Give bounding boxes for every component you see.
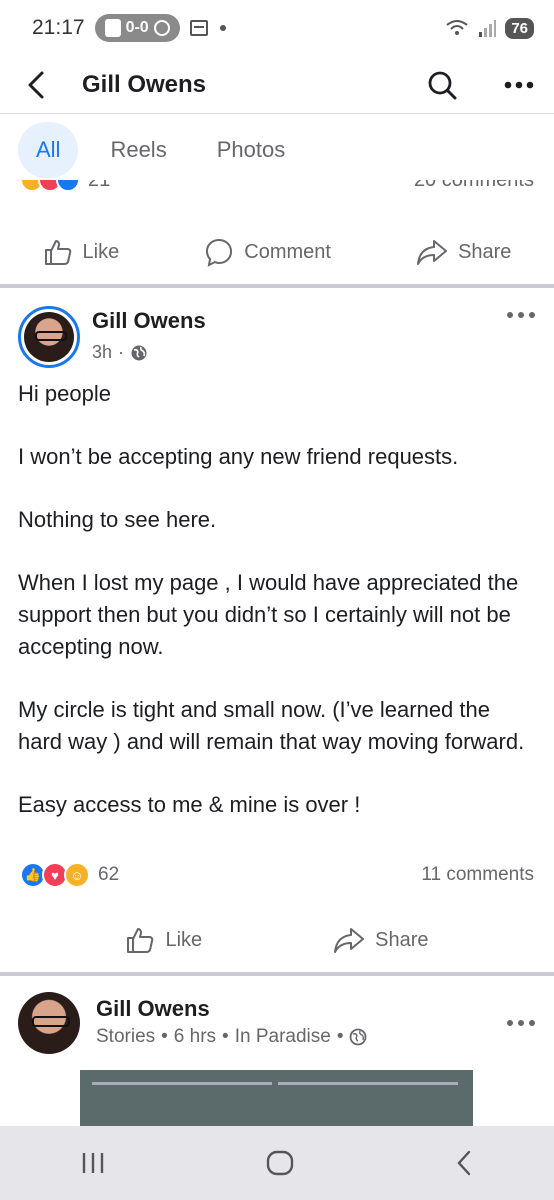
profile-photo [24, 312, 74, 362]
comment-button[interactable]: Comment [204, 237, 331, 267]
post-author[interactable]: Gill Owens [92, 308, 206, 334]
meta-separator: · [118, 342, 125, 362]
comments-count[interactable]: 11 comments [421, 864, 534, 886]
filter-tabs: All Reels Photos [0, 118, 554, 182]
notification-dot-icon [219, 25, 226, 31]
post-stats: 👍 ♥ ☺ 62 11 comments [20, 862, 534, 888]
globe-icon [350, 1028, 367, 1046]
post-meta: 3h · [92, 342, 148, 363]
post-paragraph: Hi people [18, 381, 111, 406]
like-icon [44, 240, 71, 265]
post-paragraph: My circle is tight and small now. (I’ve … [18, 697, 525, 754]
wifi-icon [446, 20, 468, 35]
post-time[interactable]: 3h [92, 342, 112, 363]
avatar[interactable] [18, 992, 80, 1054]
post-divider [0, 284, 554, 288]
like-label: Like [82, 240, 120, 263]
like-icon [127, 928, 154, 953]
story-preview-image[interactable] [80, 1070, 473, 1130]
share-button[interactable]: Share [416, 237, 511, 267]
share-button[interactable]: Share [333, 925, 429, 955]
like-label: Like [165, 928, 203, 951]
globe-icon [131, 345, 147, 360]
tab-reels[interactable]: Reels [92, 122, 184, 178]
story-time[interactable]: 6 hrs [174, 1026, 216, 1048]
app-header: Gill Owens [0, 56, 554, 114]
share-icon [334, 928, 365, 953]
meta-separator: • [222, 1026, 229, 1047]
recent-apps-icon[interactable] [78, 1150, 108, 1176]
live-score: 0-0 [125, 19, 149, 36]
system-nav-bar [0, 1126, 554, 1200]
live-score-pill: 0-0 [94, 14, 180, 42]
home-icon[interactable] [264, 1147, 296, 1179]
previous-reaction-count: 21 [88, 180, 110, 192]
post-header: Gill Owens 3h · [18, 302, 536, 372]
page-title: Gill Owens [82, 70, 207, 98]
share-label: Share [375, 928, 429, 951]
story-source: Stories [96, 1026, 156, 1047]
reactions-summary[interactable]: 👍 ♥ ☺ 62 [20, 862, 119, 888]
back-button[interactable] [16, 65, 56, 105]
comment-icon [206, 238, 233, 267]
story-meta: Stories • 6 hrs • In Paradise • [96, 1026, 367, 1048]
battery-level: 76 [505, 17, 534, 39]
share-icon [417, 240, 448, 265]
previous-post-actions: Like Comment Share [0, 230, 554, 274]
post-body: Hi people I won’t be accepting any new f… [18, 378, 536, 852]
care-reaction-icon: ☺ [64, 862, 90, 888]
meta-separator: • [161, 1026, 168, 1047]
status-bar: 21:17 0-0 76 [0, 0, 554, 56]
tab-all[interactable]: All [18, 122, 79, 178]
story-post-header: Gill Owens Stories • 6 hrs • In Paradise… [18, 990, 536, 1060]
post-paragraph: I won’t be accepting any new friend requ… [18, 444, 459, 469]
more-icon[interactable] [504, 80, 534, 90]
status-time: 21:17 [32, 16, 85, 39]
signal-icon [479, 20, 497, 37]
avatar[interactable] [18, 306, 80, 368]
story-progress-bar [92, 1082, 272, 1085]
search-icon[interactable] [426, 69, 458, 101]
calendar-notification-icon [189, 20, 208, 36]
post-divider [0, 972, 554, 976]
story-author[interactable]: Gill Owens [96, 996, 210, 1022]
tab-photos[interactable]: Photos [199, 122, 304, 178]
back-nav-icon[interactable] [452, 1148, 476, 1178]
previous-reactions[interactable]: 21 [20, 180, 110, 192]
football-icon [153, 20, 170, 36]
like-button[interactable]: Like [43, 237, 120, 267]
meta-separator: • [336, 1026, 344, 1047]
previous-post-stats: 21 20 comments [0, 180, 554, 200]
team-crest-icon [104, 19, 121, 37]
post-actions: Like Share [0, 918, 554, 962]
like-button[interactable]: Like [125, 925, 202, 955]
story-more-icon[interactable] [506, 1018, 536, 1028]
back-arrow-icon [28, 71, 44, 98]
reaction-count: 62 [98, 864, 120, 885]
post-paragraph: When I lost my page , I would have appre… [18, 570, 519, 659]
like-reaction-icon [56, 180, 80, 192]
status-indicators: 76 [445, 17, 534, 39]
share-label: Share [458, 240, 512, 263]
story-progress-bar [278, 1082, 458, 1085]
post-paragraph: Nothing to see here. [18, 507, 217, 532]
post-paragraph: Easy access to me & mine is over ! [18, 792, 361, 817]
previous-comments-count[interactable]: 20 comments [414, 180, 534, 192]
comment-label: Comment [244, 240, 331, 263]
story-location[interactable]: In Paradise [235, 1026, 331, 1048]
post-more-icon[interactable] [506, 310, 536, 320]
